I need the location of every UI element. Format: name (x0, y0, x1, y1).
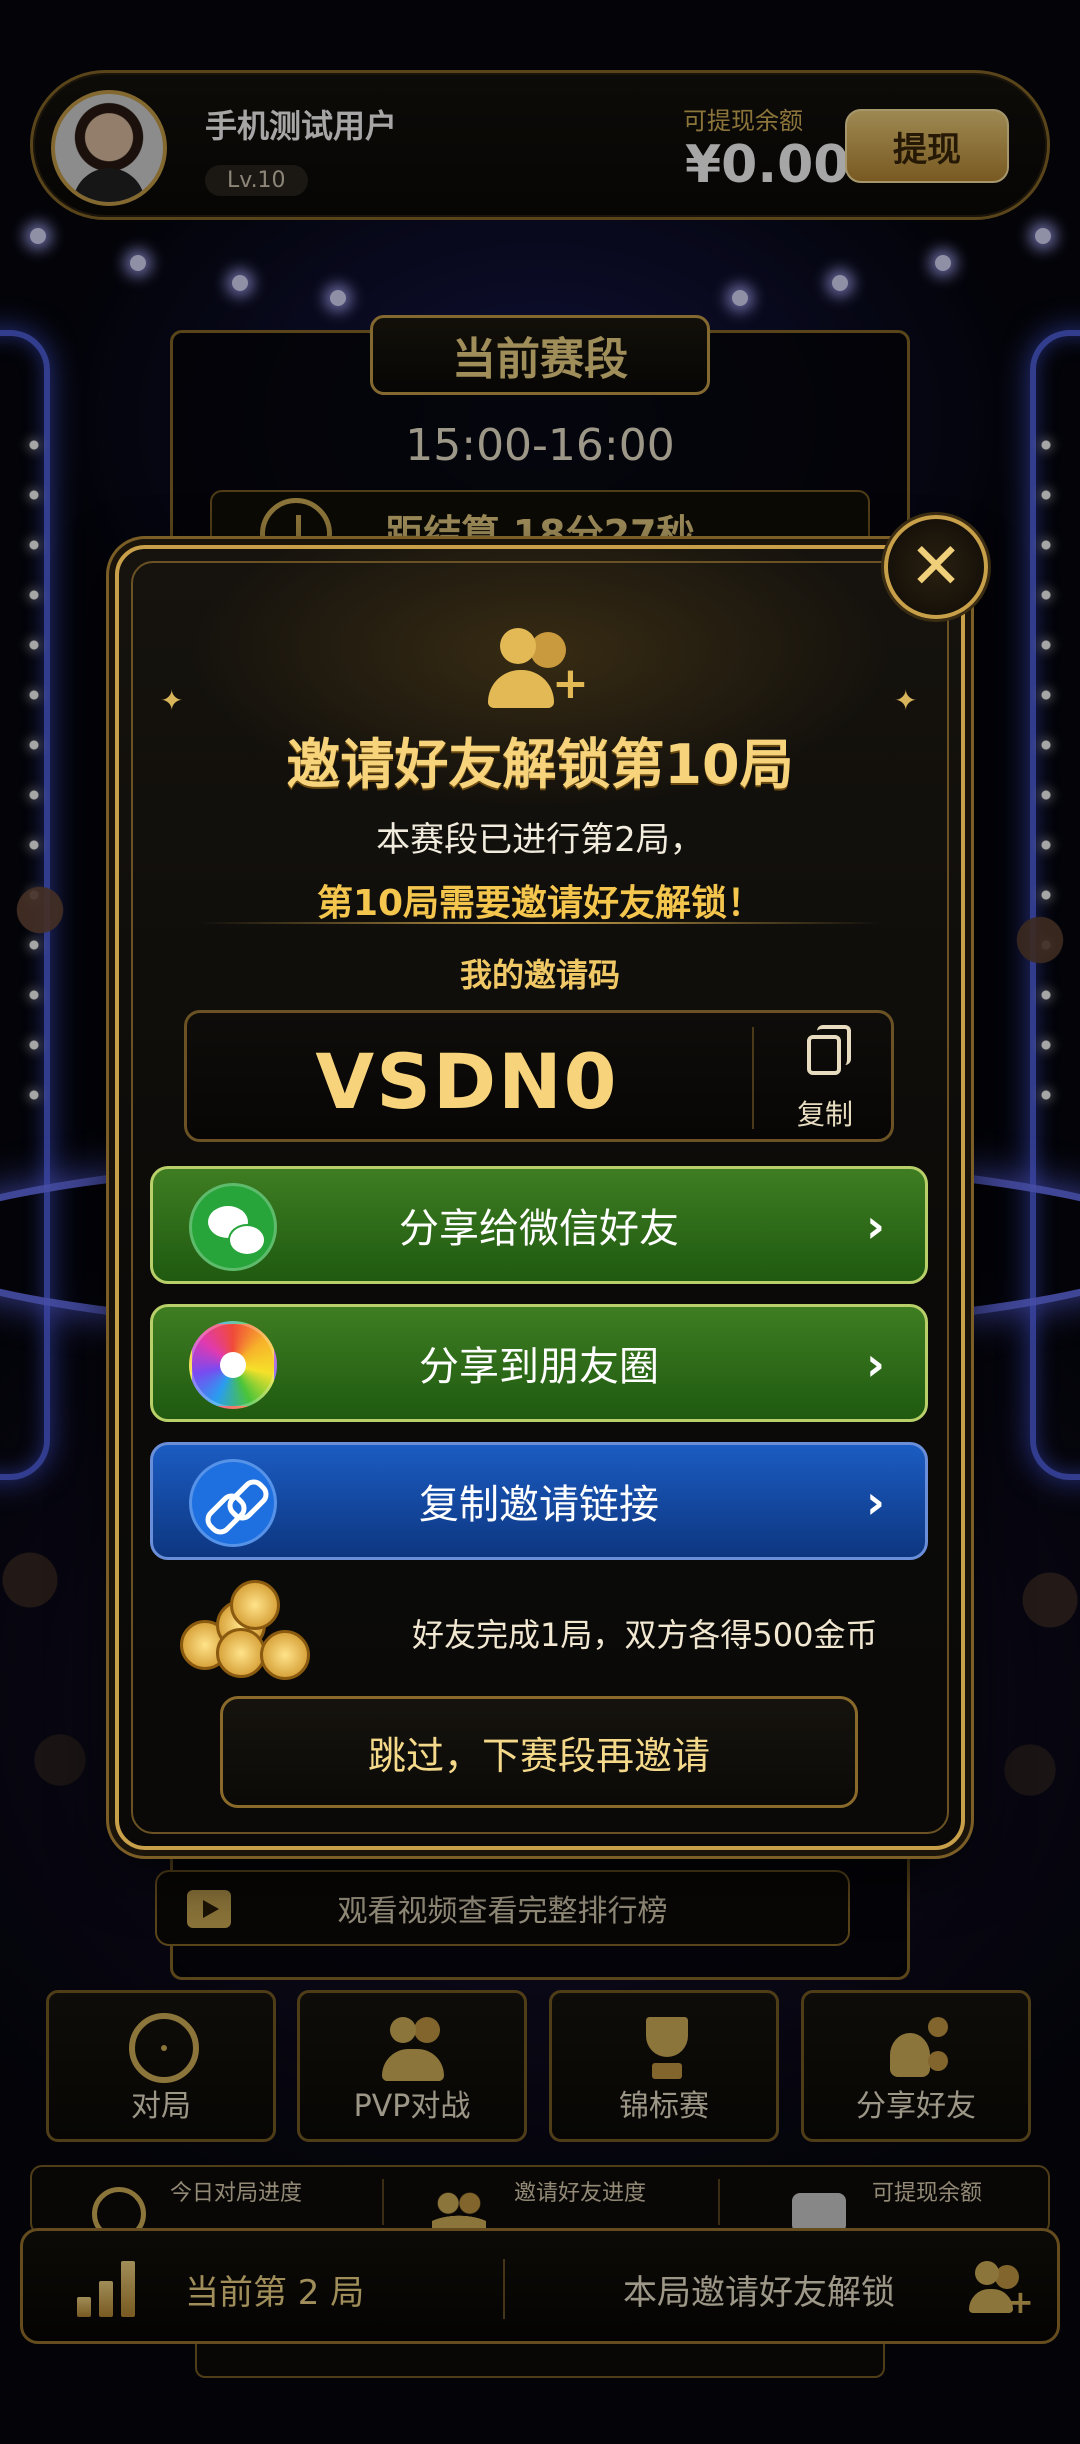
invite-code-box: VSDN0 复制 (184, 1010, 894, 1142)
modal-subtitle: 本赛段已进行第2局， (376, 820, 704, 860)
share-moments-button[interactable]: 分享到朋友圈 › (150, 1304, 928, 1422)
close-button[interactable]: ✕ (884, 515, 988, 619)
sparkle-icon: ✦ (160, 684, 184, 717)
share-wechat-button[interactable]: 分享给微信好友 › (150, 1166, 928, 1284)
gold-coins-icon (180, 1580, 320, 1680)
copy-icon (807, 1025, 851, 1075)
chevron-right-icon: › (866, 1337, 885, 1391)
divider (752, 1027, 754, 1129)
invite-friends-icon (488, 628, 592, 712)
share-wechat-label: 分享给微信好友 (399, 1206, 679, 1252)
copy-link-button[interactable]: 复制邀请链接 › (150, 1442, 928, 1560)
sparkle-icon: ✦ (894, 684, 918, 717)
reward-text: 好友完成1局，双方各得500金币 (412, 1616, 878, 1654)
copy-label: 复制 (796, 1098, 853, 1131)
moments-icon (189, 1321, 277, 1409)
skip-button[interactable]: 跳过，下赛段再邀请 (220, 1696, 858, 1808)
modal-highlight: 第10局需要邀请好友解锁！ (316, 883, 764, 924)
share-moments-label: 分享到朋友圈 (419, 1344, 659, 1390)
wechat-icon (189, 1183, 277, 1271)
divider (200, 922, 880, 924)
modal-title: 邀请好友解锁第10局 (286, 733, 794, 796)
chevron-right-icon: › (866, 1475, 885, 1529)
close-icon: ✕ (909, 530, 963, 604)
chevron-right-icon: › (866, 1199, 885, 1253)
invite-code-label: 我的邀请码 (459, 956, 620, 994)
copy-code-button[interactable]: 复制 (757, 1013, 893, 1141)
copy-link-label: 复制邀请链接 (419, 1482, 659, 1528)
invite-code-value: VSDN0 (315, 1037, 619, 1126)
link-icon (189, 1459, 277, 1547)
